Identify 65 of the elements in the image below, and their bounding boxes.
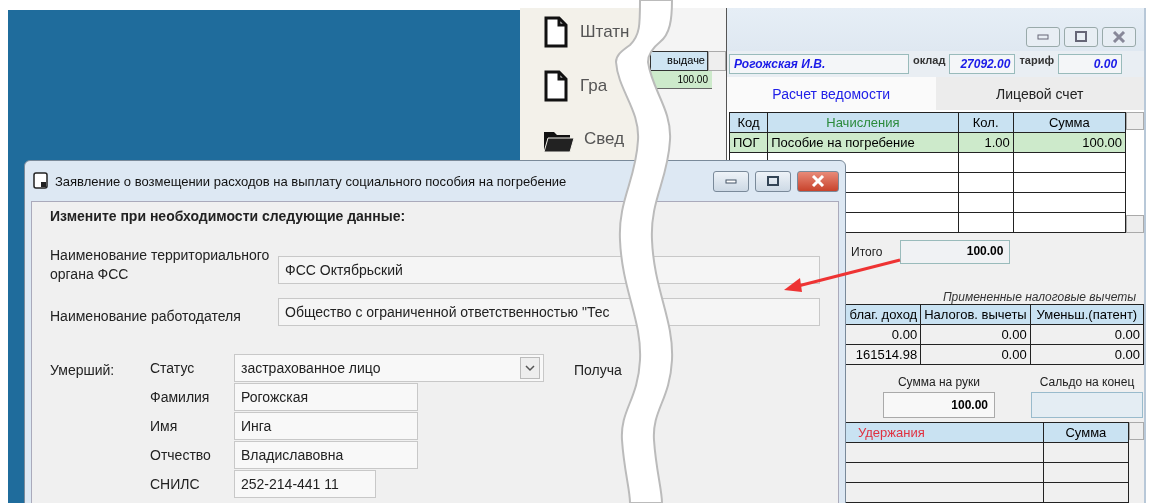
- close-button[interactable]: [797, 170, 839, 192]
- column-header[interactable]: Налогов. вычеты: [920, 304, 1031, 325]
- table-cell: 100.00: [650, 71, 712, 89]
- maximize-button[interactable]: [755, 170, 791, 192]
- section-label: Умерший:: [50, 361, 116, 380]
- salary-field[interactable]: 27092.00: [949, 54, 1016, 75]
- column-header[interactable]: Кол.: [958, 112, 1014, 133]
- column-header[interactable]: Уменьш.(патент): [1030, 304, 1144, 325]
- table-cell: 0.00: [920, 324, 1031, 345]
- close-button[interactable]: [1102, 27, 1136, 48]
- maximize-button[interactable]: [1064, 27, 1098, 48]
- scroll-up-button[interactable]: [1129, 422, 1144, 440]
- dropdown-field[interactable]: застрахованное лицо: [234, 354, 544, 382]
- scroll-down-button[interactable]: [1126, 215, 1144, 234]
- tab[interactable]: Расчет ведомости: [727, 77, 936, 111]
- document-icon: [33, 172, 49, 190]
- table-cell: 0.00: [1030, 324, 1144, 345]
- launcher-item[interactable]: Гра: [542, 70, 608, 102]
- rate-label: тариф: [1019, 54, 1055, 67]
- field-label: Фамилия: [150, 388, 211, 405]
- balance-label: Сальдо на конец: [1039, 375, 1135, 389]
- document-icon: [542, 16, 570, 48]
- input-field[interactable]: 252-214-441 11: [234, 470, 376, 498]
- field-label: Наименование работодателя: [50, 307, 242, 326]
- table-cell: ПОГ: [729, 132, 768, 153]
- column-header[interactable]: выдаче: [650, 51, 708, 71]
- rate-field[interactable]: 0.00: [1058, 54, 1123, 75]
- launcher-item[interactable]: Свед: [542, 124, 625, 154]
- minimize-button[interactable]: [1026, 27, 1060, 48]
- field-label: Статус: [150, 359, 196, 376]
- table-cell: 0.00: [1030, 344, 1144, 365]
- field-label: Имя: [150, 417, 179, 434]
- close-icon: [1112, 31, 1126, 44]
- field-label: Отчество: [150, 446, 212, 463]
- document-icon: [542, 70, 570, 102]
- close-icon: [811, 175, 825, 187]
- table-cell: 0.00: [920, 344, 1031, 365]
- window-title: Заявление о возмещении расходов на выплату социального пособия на погребение: [55, 173, 568, 189]
- tab[interactable]: Лицевой счет: [935, 77, 1144, 111]
- total-label: Итого: [851, 244, 883, 259]
- total-field: 100.00: [900, 239, 1011, 264]
- launcher-item[interactable]: Штатн: [542, 16, 630, 48]
- input-field[interactable]: ФСС Октябрьский: [278, 256, 820, 284]
- field-label: Наименование территориального органа ФСС: [50, 246, 271, 284]
- net-amount-field: 100.00: [883, 392, 995, 418]
- column-header[interactable]: Код: [729, 112, 768, 133]
- net-amount-label: Сумма на руки: [897, 375, 981, 389]
- section-title: Примененные налоговые вычеты: [941, 290, 1137, 304]
- input-field[interactable]: Общество с ограниченной ответственностью "Тес: [278, 298, 820, 326]
- salary-label: оклад: [913, 54, 946, 67]
- maximize-icon: [766, 175, 780, 187]
- chevron-down-icon: [525, 364, 535, 372]
- input-field[interactable]: Владиславовна: [234, 441, 418, 469]
- column-header[interactable]: Сумма: [1013, 112, 1126, 133]
- field-label: СНИЛС: [150, 475, 201, 492]
- field-label: Получа: [573, 361, 623, 378]
- input-field[interactable]: Рогожская: [234, 383, 418, 411]
- column-header[interactable]: Сумма: [1043, 422, 1129, 443]
- minimize-button[interactable]: [713, 170, 749, 192]
- form-heading: Измените при необходимости следующие данные:: [50, 208, 407, 224]
- scroll-up-button[interactable]: [1126, 112, 1144, 131]
- input-field[interactable]: Инга: [234, 412, 418, 440]
- scroll-up-button[interactable]: [708, 51, 726, 71]
- employee-field[interactable]: Рогожская И.В.: [729, 54, 909, 75]
- maximize-icon: [1074, 31, 1088, 44]
